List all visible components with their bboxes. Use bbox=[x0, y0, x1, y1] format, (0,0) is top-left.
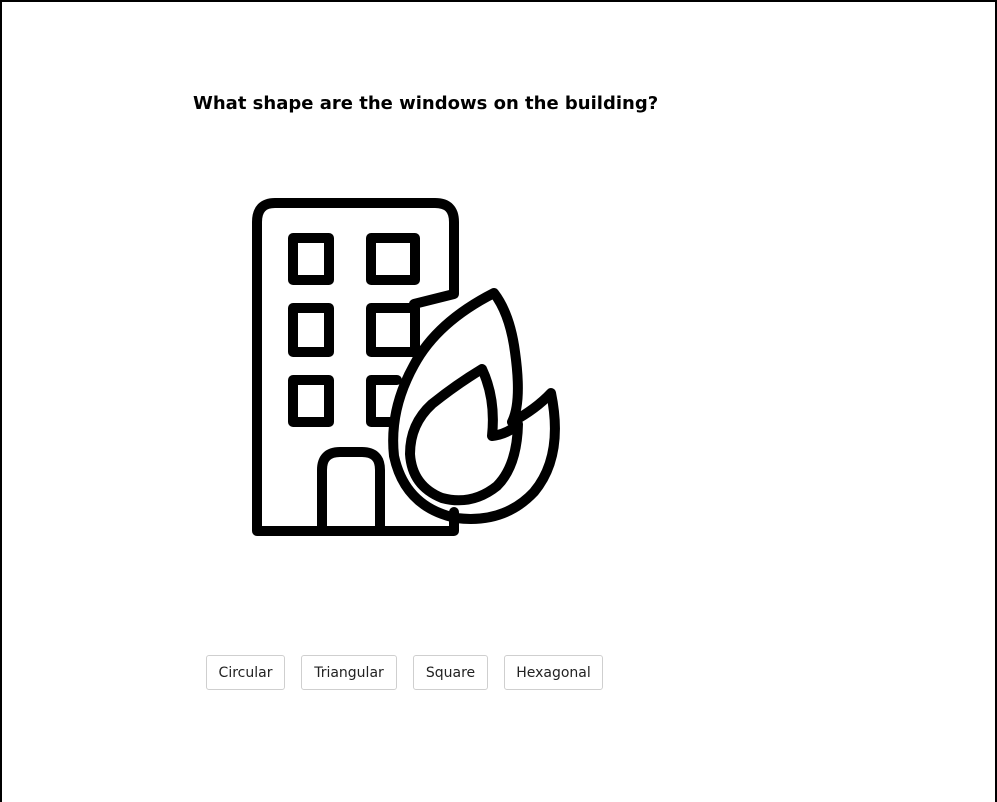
answer-hexagonal-button[interactable]: Hexagonal bbox=[504, 655, 603, 690]
inner-flame bbox=[405, 364, 523, 506]
building-fire-illustration bbox=[242, 194, 562, 544]
door bbox=[317, 447, 385, 536]
answer-square-button[interactable]: Square bbox=[413, 655, 488, 690]
answer-options: Circular Triangular Square Hexagonal bbox=[206, 655, 603, 690]
building-on-fire-icon bbox=[252, 198, 560, 536]
window bbox=[288, 375, 334, 427]
window bbox=[366, 303, 420, 357]
window bbox=[366, 233, 420, 285]
quiz-panel: What shape are the windows on the buildi… bbox=[0, 0, 997, 802]
window bbox=[288, 233, 334, 285]
window bbox=[288, 303, 334, 357]
question-text: What shape are the windows on the buildi… bbox=[193, 93, 659, 114]
answer-triangular-button[interactable]: Triangular bbox=[301, 655, 397, 690]
answer-circular-button[interactable]: Circular bbox=[206, 655, 285, 690]
